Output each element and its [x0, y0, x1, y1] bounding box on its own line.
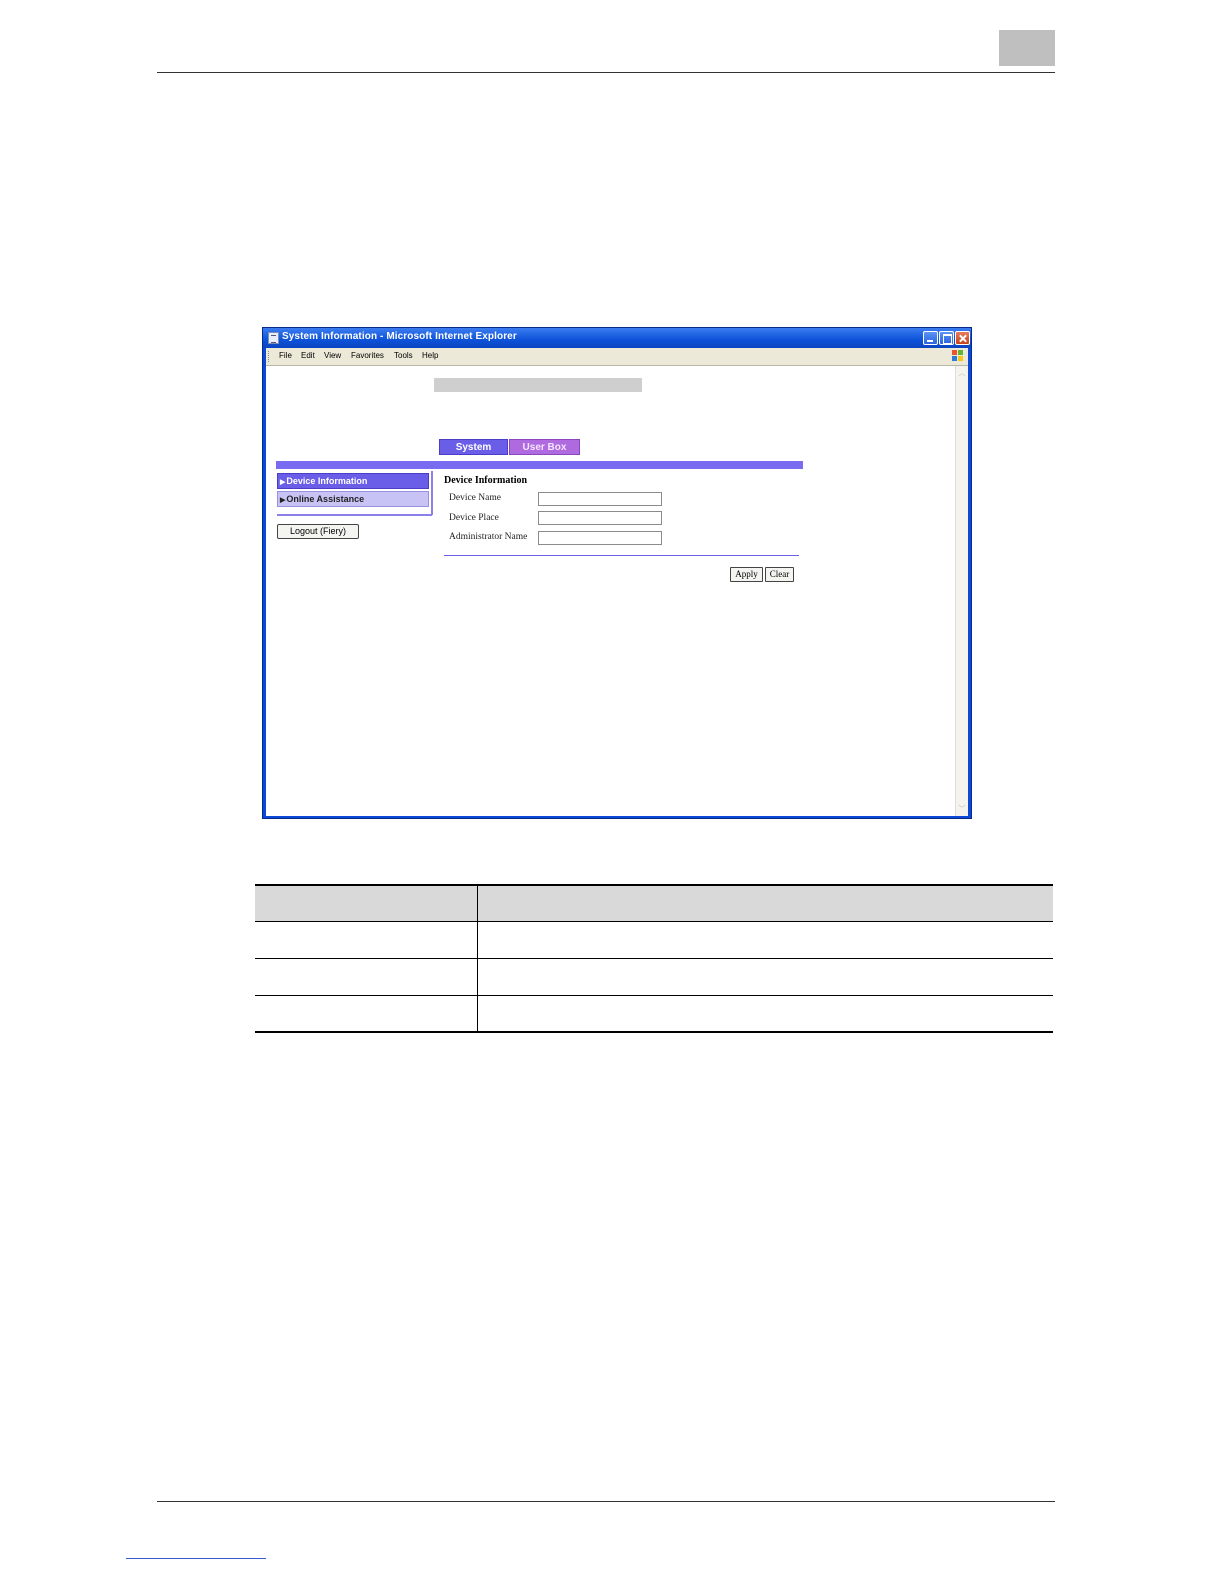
header-logo-placeholder [434, 378, 642, 392]
windows-logo-icon [952, 350, 964, 362]
device-place-input[interactable] [538, 511, 662, 525]
form-divider [444, 555, 799, 556]
table-rule [255, 1031, 1053, 1033]
menu-edit[interactable]: Edit [301, 351, 315, 360]
clear-button[interactable]: Clear [765, 567, 794, 582]
table-rule [255, 995, 1053, 996]
administrator-name-input[interactable] [538, 531, 662, 545]
scroll-up-icon[interactable]: ︿ [958, 369, 966, 377]
menu-bar: File Edit View Favorites Tools Help [266, 348, 968, 366]
maximize-button[interactable] [939, 331, 954, 345]
triangle-right-icon: ▶ [280, 497, 286, 504]
menu-view[interactable]: View [324, 351, 341, 360]
scroll-down-icon[interactable]: ﹀ [958, 805, 966, 813]
menu-help[interactable]: Help [422, 351, 438, 360]
vertical-scrollbar[interactable]: ︿ ﹀ [955, 366, 968, 816]
apply-button[interactable]: Apply [730, 567, 763, 582]
sidebar-item-device-information[interactable]: ▶Device Information [277, 473, 429, 489]
form-title: Device Information [444, 475, 528, 486]
logout-button[interactable]: Logout (Fiery) [277, 524, 359, 539]
menu-favorites[interactable]: Favorites [351, 351, 384, 360]
tab-user-box[interactable]: User Box [509, 439, 580, 455]
close-button[interactable] [955, 331, 970, 345]
sidebar: ▶Device Information ▶Online Assistance [276, 471, 433, 516]
browser-viewport: System User Box ▶Device Information ▶Onl… [266, 366, 968, 816]
table-rule [255, 884, 1053, 886]
sidebar-divider [277, 514, 432, 516]
table-header [255, 886, 1053, 922]
sidebar-item-label: Online Assistance [286, 494, 365, 504]
menu-tools[interactable]: Tools [394, 351, 413, 360]
device-place-label: Device Place [449, 513, 499, 523]
minimize-button[interactable] [923, 331, 938, 345]
window-title: System Information - Microsoft Internet … [282, 331, 517, 342]
table-rule [255, 958, 1053, 959]
sidebar-divider [431, 471, 433, 515]
triangle-right-icon: ▶ [280, 479, 286, 486]
footer-rule [157, 1501, 1055, 1502]
table-rule [255, 921, 1053, 922]
device-name-input[interactable] [538, 492, 662, 506]
header-rule [157, 72, 1055, 73]
document-icon [268, 332, 279, 344]
tab-system[interactable]: System [439, 439, 508, 455]
footer-link-underline[interactable] [126, 1558, 266, 1559]
chapter-tab [999, 30, 1055, 66]
device-name-label: Device Name [449, 493, 501, 503]
toolbar-grip [268, 351, 271, 362]
table-column-divider [477, 884, 478, 1033]
browser-window: System Information - Microsoft Internet … [262, 327, 972, 819]
settings-table [255, 884, 1053, 1033]
title-bar: System Information - Microsoft Internet … [263, 328, 971, 348]
nav-band [276, 461, 803, 469]
menu-file[interactable]: File [279, 351, 292, 360]
sidebar-item-online-assistance[interactable]: ▶Online Assistance [277, 491, 429, 507]
sidebar-item-label: Device Information [286, 476, 368, 486]
administrator-name-label: Administrator Name [449, 532, 528, 542]
